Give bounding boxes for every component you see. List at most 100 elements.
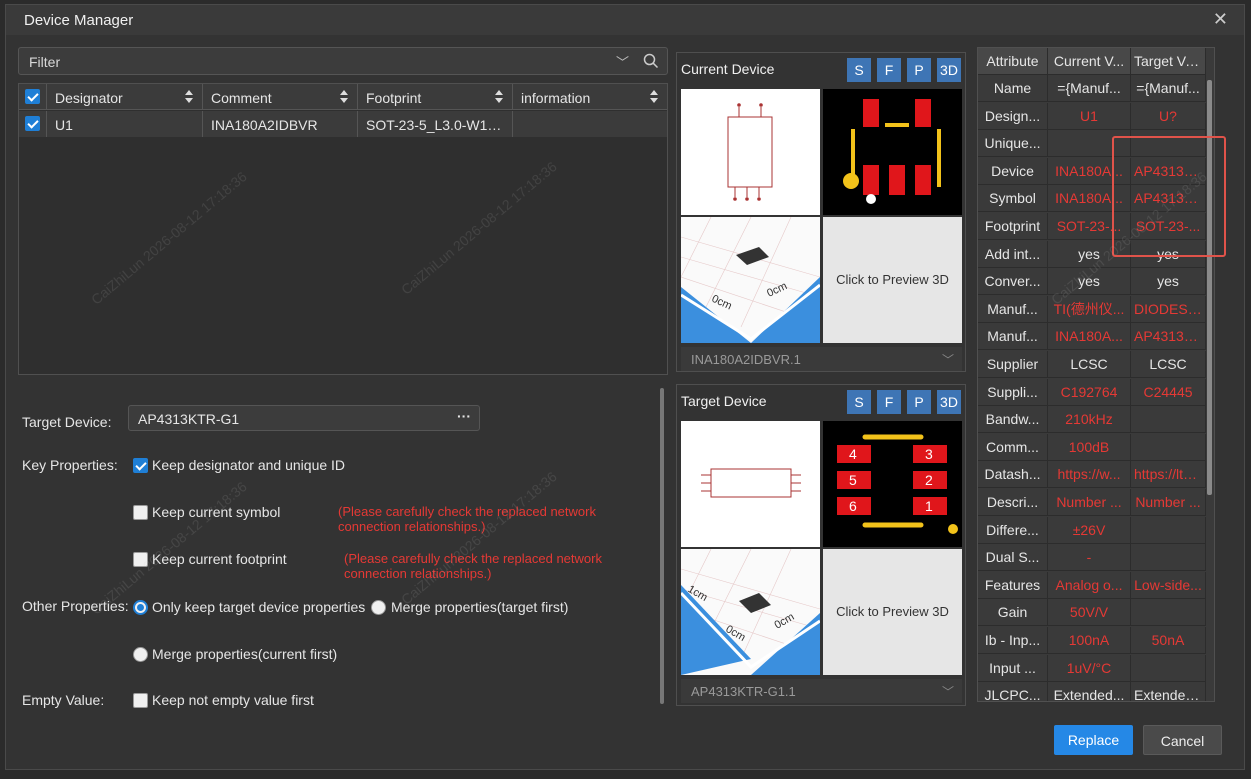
target-value: U? [1131,102,1206,130]
chip-photo-icon: 1cm 0cm 0cm [681,549,820,675]
attribute-row[interactable]: Manuf... TI(德州仪... DIODES(... [978,295,1206,323]
3d-view-button[interactable]: 3D [937,58,961,82]
attribute-row[interactable]: Design... U1 U? [978,102,1206,130]
attribute-column[interactable]: Attribute [978,48,1048,75]
attribute-row[interactable]: Manuf... INA180A... AP4313K... [978,323,1206,351]
target-value: Extended... [1131,682,1206,701]
attribute-header: Attribute Current V... Target Va... [978,48,1206,75]
form-scrollbar[interactable] [660,388,664,704]
attribute-row[interactable]: Dual S... - [978,544,1206,572]
current-value: 100nA [1048,627,1131,654]
keep-footprint-label: Keep current footprint [152,551,287,567]
current-device-title: Current Device [681,61,775,77]
current-value: ±26V [1048,516,1131,544]
filter-input[interactable]: Filter ﹀ [18,47,668,75]
keep-symbol-checkbox[interactable] [133,505,148,520]
sort-icon[interactable] [494,89,504,104]
column-footprint[interactable]: Footprint [358,84,513,109]
attribute-name: Design... [978,102,1048,130]
target-value: https://lte... [1131,461,1206,489]
current-value: 100dB [1048,433,1131,461]
attribute-row[interactable]: JLCPC... Extended... Extended... [978,682,1206,701]
footprint-preview[interactable] [823,89,962,215]
attribute-name: Name [978,75,1048,102]
only-target-label: Only keep target device properties [152,599,366,615]
preview-3d[interactable]: Click to Preview 3D [823,549,962,675]
sort-icon[interactable] [649,89,659,104]
attribute-row[interactable]: Ib - Inp... 100nA 50nA [978,627,1206,654]
keep-not-empty-checkbox[interactable] [133,693,148,708]
3d-view-button[interactable]: 3D [937,390,961,414]
attribute-row[interactable]: Differe... ±26V [978,516,1206,544]
keep-symbol-label: Keep current symbol [152,504,281,520]
column-information[interactable]: information [513,84,667,109]
search-icon[interactable] [643,53,659,69]
cell-footprint: SOT-23-5_L3.0-W1.7... [358,111,513,137]
attribute-row[interactable]: Gain 50V/V [978,599,1206,627]
attribute-row[interactable]: Supplier LCSC LCSC [978,351,1206,378]
merge-current-first-radio[interactable] [133,647,148,662]
target-value-column[interactable]: Target Va... [1131,48,1206,75]
select-all-checkbox[interactable] [25,89,40,104]
attribute-name: Manuf... [978,295,1048,323]
column-designator[interactable]: Designator [47,84,203,109]
attribute-row[interactable]: Datash... https://w... https://lte... [978,461,1206,489]
column-comment[interactable]: Comment [203,84,358,109]
current-value: Analog o... [1048,571,1131,599]
current-value: Number ... [1048,489,1131,516]
photo-preview[interactable]: 0cm 0cm [681,217,820,343]
attribute-name: Footprint [978,213,1048,240]
symbol-preview[interactable] [681,421,820,547]
footprint-view-button[interactable]: F [877,390,901,414]
attribute-row[interactable]: Conver... yes yes [978,268,1206,296]
svg-text:4: 4 [849,446,857,462]
target-device-label: Target Device: [22,414,112,430]
sort-icon[interactable] [339,89,349,104]
merge-target-first-radio[interactable] [371,600,386,615]
preview-3d[interactable]: Click to Preview 3D [823,217,962,343]
row-checkbox[interactable] [25,116,40,131]
attribute-row[interactable]: Features Analog o... Low-side... [978,571,1206,599]
footprint-preview[interactable]: 4 3 5 2 6 1 [823,421,962,547]
photo-view-button[interactable]: P [907,58,931,82]
chevron-down-icon[interactable]: ﹀ [616,52,629,71]
attribute-name: Descri... [978,489,1048,516]
filter-label: Filter [29,54,61,70]
current-value: 1uV/°C [1048,654,1131,682]
target-value [1131,654,1206,682]
current-value: Extended... [1048,682,1131,701]
symbol-view-button[interactable]: S [847,58,871,82]
keep-footprint-checkbox[interactable] [133,552,148,567]
close-icon[interactable]: ✕ [1213,9,1228,30]
keep-designator-checkbox[interactable] [133,458,148,473]
target-device-field[interactable]: AP4313KTR-G1 ··· [128,405,480,431]
attribute-row[interactable]: Comm... 100dB [978,433,1206,461]
table-row[interactable]: U1 INA180A2IDBVR SOT-23-5_L3.0-W1.7... [19,111,667,137]
attribute-row[interactable]: Bandw... 210kHz [978,406,1206,434]
symbol-preview[interactable] [681,89,820,215]
target-value [1131,544,1206,572]
current-value: U1 [1048,102,1131,130]
footprint-view-button[interactable]: F [877,58,901,82]
cancel-button[interactable]: Cancel [1143,725,1222,755]
more-icon[interactable]: ··· [457,408,471,424]
current-value-column[interactable]: Current V... [1048,48,1131,75]
device-table: Designator Comment Footprint information… [18,83,668,375]
cell-designator: U1 [47,111,203,137]
current-value: yes [1048,268,1131,296]
attribute-row[interactable]: Name ={Manuf... ={Manuf... [978,75,1206,102]
current-device-selector[interactable]: INA180A2IDBVR.1 ﹀ [681,347,962,371]
target-device-selector[interactable]: AP4313KTR-G1.1 ﹀ [681,679,962,703]
only-target-radio[interactable] [133,600,148,615]
photo-preview[interactable]: 1cm 0cm 0cm [681,549,820,675]
sort-icon[interactable] [184,89,194,104]
attribute-row[interactable]: Suppli... C192764 C24445 [978,378,1206,406]
attribute-row[interactable]: Input ... 1uV/°C [978,654,1206,682]
svg-text:3: 3 [925,446,933,462]
keep-not-empty-label: Keep not empty value first [152,692,314,708]
attribute-name: Supplier [978,351,1048,378]
symbol-view-button[interactable]: S [847,390,871,414]
attribute-row[interactable]: Descri... Number ... Number ... [978,489,1206,516]
photo-view-button[interactable]: P [907,390,931,414]
replace-button[interactable]: Replace [1054,725,1133,755]
